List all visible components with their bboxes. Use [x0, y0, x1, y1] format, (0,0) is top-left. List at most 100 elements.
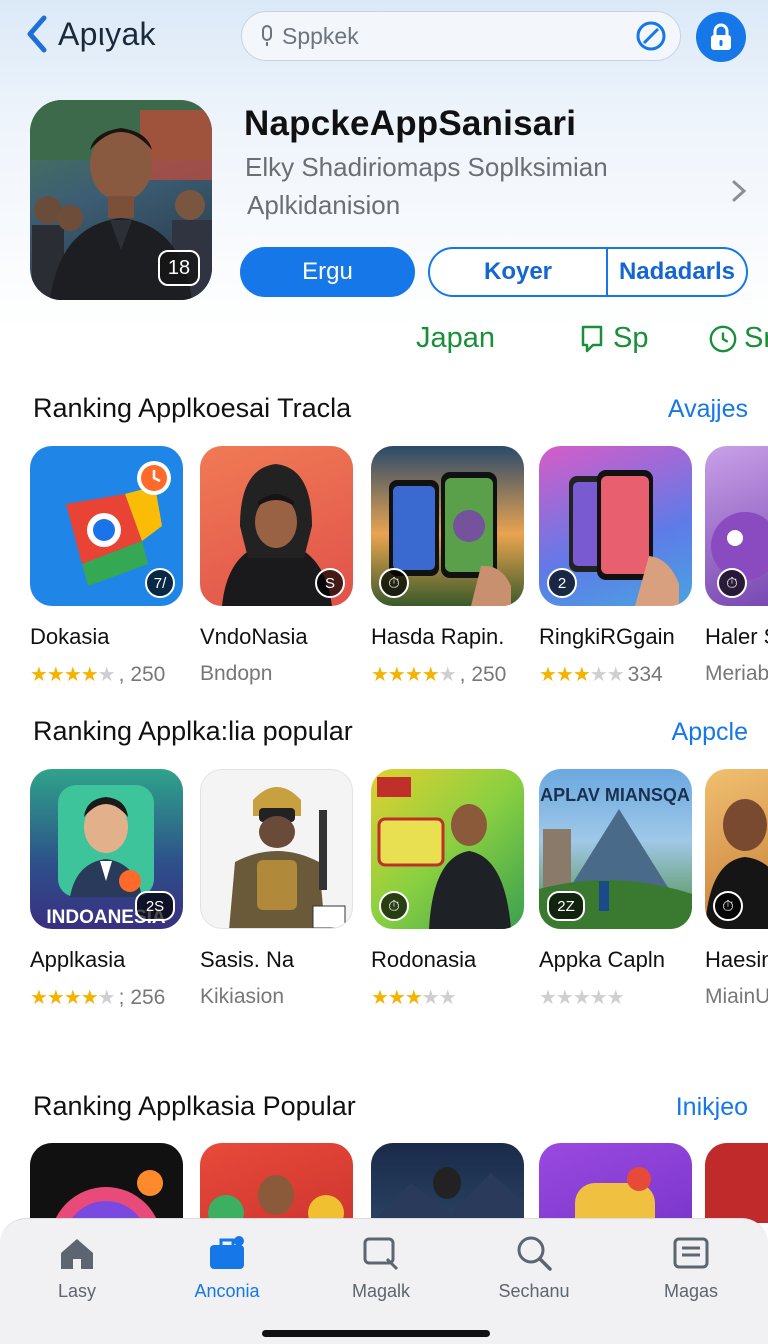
- app-card-name: Sasis. Na: [200, 947, 295, 972]
- back-label: Apιyak: [58, 15, 156, 52]
- app-card-icon: [200, 769, 353, 929]
- segment-right[interactable]: Nadadarls: [608, 249, 746, 295]
- app-card-badge: 7/: [145, 568, 175, 598]
- app-card[interactable]: [30, 1143, 186, 1223]
- app-card[interactable]: 2 RingkiRGgain ★★★★★ 334: [539, 446, 695, 687]
- app-card[interactable]: S VndoNasia Bndopn: [200, 446, 356, 686]
- app-card-badge: 2: [547, 568, 577, 598]
- app-card[interactable]: [539, 1143, 695, 1223]
- tab-magas[interactable]: Magas: [636, 1233, 746, 1302]
- app-card-rating: ★★★★★ 334: [539, 662, 695, 687]
- app-card-rating: ★★★★★: [371, 985, 527, 1010]
- briefcase-icon: [210, 1236, 244, 1269]
- app-card-badge: 2S: [135, 891, 175, 921]
- search-icon: [517, 1236, 552, 1271]
- chip-sr[interactable]: Sr: [708, 322, 768, 355]
- app-card[interactable]: ⏱ Rodonasia ★★★★★: [371, 769, 527, 1010]
- app-card[interactable]: APLAV MIANSQA 2Z Appka Capln ★★★★★: [539, 769, 695, 1010]
- app-card-developer: Meriab: [705, 662, 768, 685]
- tab-label: Anconia: [194, 1281, 260, 1301]
- app-card-badge: S: [315, 568, 345, 598]
- app-card[interactable]: [200, 1143, 356, 1223]
- tab-sechanu[interactable]: Sechanu: [479, 1233, 589, 1302]
- chip-label: Japan: [416, 322, 496, 354]
- app-card-icon: S: [200, 446, 353, 606]
- chevron-right-icon[interactable]: [730, 176, 748, 206]
- app-card-rating: ★★★★★; 256: [30, 985, 186, 1010]
- back-button[interactable]: Apιyak: [24, 14, 156, 54]
- lock-button[interactable]: [696, 12, 746, 62]
- app-row: [0, 1143, 768, 1223]
- app-card[interactable]: [705, 1143, 768, 1223]
- app-developer: Aplkidanision: [247, 190, 401, 220]
- chip-sp[interactable]: Sp: [577, 322, 648, 355]
- app-subtitle: Elky Shadiriomaps Soplksimian: [245, 152, 608, 182]
- app-card-badge: 2Z: [547, 891, 585, 921]
- app-card[interactable]: ⏱ Hasda Rapin. ★★★★★, 250: [371, 446, 527, 687]
- tab-anconia[interactable]: Anconia: [172, 1233, 282, 1302]
- app-card-meta: Kikiasion: [200, 985, 356, 1009]
- rating-stars: ★★★★★: [539, 987, 625, 1009]
- segmented-control: Koyer Nadadarls: [428, 247, 748, 297]
- app-card[interactable]: ⏱ Haler S Meriab: [705, 446, 768, 686]
- home-indicator: [262, 1330, 490, 1337]
- section-see-all-link[interactable]: Appcle: [672, 718, 748, 747]
- filter-chips: Japan Sp Sr: [0, 322, 768, 364]
- tab-lasy[interactable]: Lasy: [22, 1233, 132, 1302]
- get-button[interactable]: Ergu: [240, 247, 415, 297]
- bell-icon: [581, 325, 603, 352]
- app-card-badge: ⏱: [379, 891, 409, 921]
- app-card-name: Rodonasia: [371, 947, 477, 972]
- app-card[interactable]: 7/ Dokasia ★★★★★, 250: [30, 446, 186, 687]
- tab-label: Sechanu: [498, 1281, 570, 1301]
- app-card-icon: [371, 1143, 524, 1223]
- segment-left[interactable]: Koyer: [430, 249, 608, 295]
- rating-count: 334: [627, 662, 663, 686]
- microphone-icon[interactable]: [258, 24, 276, 48]
- app-card-icon: INDOANESIA 2S: [30, 769, 183, 929]
- chip-japan[interactable]: Japan: [416, 322, 495, 355]
- rating-stars: ★★★★★: [371, 664, 457, 686]
- soldier-illustration: [229, 787, 346, 928]
- search-bar[interactable]: [241, 11, 681, 61]
- tab-magalk[interactable]: Magalk: [326, 1233, 436, 1302]
- app-card-icon: ⏱: [371, 446, 524, 606]
- app-card-icon: [705, 1143, 768, 1223]
- clear-search-icon[interactable]: [634, 19, 668, 53]
- app-card-icon: ⏱: [371, 769, 524, 929]
- rating-stars: ★★★★★: [30, 664, 116, 686]
- tab-bar: Lasy Anconia Magalk Sechanu Magas: [0, 1218, 768, 1344]
- age-rating-badge: 18: [158, 250, 200, 286]
- clock-icon: [709, 325, 737, 352]
- app-card-meta: Bndopn: [200, 662, 356, 686]
- section-see-all-link[interactable]: Inikjeo: [676, 1093, 748, 1122]
- app-card[interactable]: INDOANESIA 2S Applkasia ★★★★★; 256: [30, 769, 186, 1010]
- app-card[interactable]: [371, 1143, 527, 1223]
- app-card[interactable]: ⏱ Haesin MiainU: [705, 769, 768, 1009]
- app-card-icon: [200, 1143, 353, 1223]
- section-see-all-link[interactable]: Avajjes: [668, 395, 748, 424]
- app-card-name: Dokasia: [30, 624, 110, 649]
- app-card-name: Haesin: [705, 947, 768, 972]
- app-card-icon: [30, 1143, 183, 1223]
- app-card-name: Hasda Rapin.: [371, 624, 505, 649]
- app-card-badge: ⏱: [379, 568, 409, 598]
- rating-stars: ★★★★★: [539, 664, 625, 686]
- tab-label: Lasy: [57, 1281, 97, 1301]
- app-card-name: RingkiRGgain: [539, 624, 675, 649]
- app-logo: [53, 1170, 163, 1223]
- tab-label: Magas: [663, 1281, 719, 1301]
- app-card-icon: ⏱: [705, 769, 768, 929]
- app-card-developer: Bndopn: [200, 662, 273, 685]
- app-card[interactable]: Sasis. Na Kikiasion: [200, 769, 356, 1009]
- rating-stars: ★★★★★: [30, 987, 116, 1009]
- app-card-rating: ★★★★★, 250: [30, 662, 186, 687]
- chip-label: Sr: [744, 322, 768, 354]
- chat-search-icon: [363, 1237, 399, 1271]
- app-card-icon: 7/: [30, 446, 183, 606]
- app-icon: 18: [30, 100, 212, 300]
- tab-label: Magalk: [351, 1281, 411, 1301]
- app-card-name: Haler S: [705, 624, 768, 649]
- search-input[interactable]: [282, 22, 634, 50]
- home-icon: [61, 1239, 93, 1269]
